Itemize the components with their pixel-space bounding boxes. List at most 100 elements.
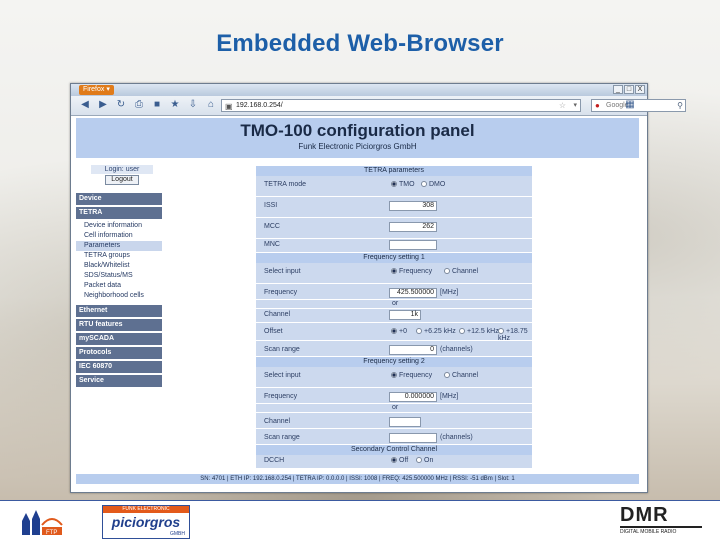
login-box: Login: user Logout <box>91 165 153 186</box>
minimize-button[interactable]: _ <box>613 85 623 94</box>
piciorgros-logo: FUNK ELECTRONIC piciorgros GMBH <box>102 505 190 539</box>
f1-offset-label: Offset <box>264 328 283 335</box>
url-dropdown-icon[interactable]: ▾ <box>573 100 577 111</box>
search-icon[interactable]: ⚲ <box>677 100 683 111</box>
nav-sub-cell-information[interactable]: Cell information <box>76 231 162 241</box>
nav-sub-tetra-groups[interactable]: TETRA groups <box>76 251 162 261</box>
page-title: TMO-100 configuration panel <box>240 121 475 140</box>
f1-channel-input[interactable]: 1k <box>389 310 421 320</box>
dmr-underline <box>620 526 702 528</box>
dcch-off-label: Off <box>399 457 409 464</box>
tetra-mode-dmo-radio[interactable]: DMO <box>421 181 445 188</box>
f1-scan-input[interactable]: 0 <box>389 345 437 355</box>
f2-frequency-option-label: Frequency <box>399 372 433 379</box>
f1-channel-radio[interactable]: Channel <box>444 268 478 275</box>
home-icon[interactable]: ⌂ <box>205 99 217 111</box>
offset-0-radio[interactable]: +0 <box>391 328 407 335</box>
offset-12-radio[interactable]: +12.5 kHz <box>459 328 499 335</box>
piciorgros-wordmark: piciorgros <box>111 514 181 530</box>
nav-sub-device-information[interactable]: Device information <box>76 221 162 231</box>
mcc-row: MCC 262 <box>256 218 532 239</box>
issi-input[interactable]: 308 <box>389 201 437 211</box>
browser-titlebar: Firefox ▾ _ □ X <box>71 84 647 96</box>
nav-sub-sds-status[interactable]: SDS/Status/MS <box>76 271 162 281</box>
back-icon[interactable]: ◀ <box>79 99 91 111</box>
nav-sub-packet-data[interactable]: Packet data <box>76 281 162 291</box>
dmr-logo: DMR DIGITAL MOBILE RADIO <box>620 505 702 539</box>
firefox-menu-button[interactable]: Firefox ▾ <box>79 85 114 95</box>
nav-item-rtu-features[interactable]: RTU features <box>76 319 162 331</box>
ftp-logo: FTP <box>18 507 66 537</box>
funk-electronic-label: FUNK ELECTRONIC <box>103 506 189 513</box>
f1-offset-row: Offset +0 +6.25 kHz +12.5 kHz +18.75 kHz <box>256 323 532 342</box>
nav-item-iec-60870[interactable]: IEC 60870 <box>76 361 162 373</box>
parameters-form: TETRA parameters TETRA mode TMO DMO ISSI… <box>256 166 532 469</box>
f1-scan-row: Scan range 0 (channels) <box>256 341 532 357</box>
search-input[interactable]: ● Google ⚲ <box>591 99 686 112</box>
ftp-cathedral-icon: FTP <box>22 510 63 536</box>
f2-frequency-unit: [MHz] <box>440 393 459 400</box>
offset-6-radio[interactable]: +6.25 kHz <box>416 328 456 335</box>
download-icon[interactable]: ⇩ <box>187 99 199 111</box>
nav-item-tetra[interactable]: TETRA <box>76 207 162 219</box>
mcc-input[interactable]: 262 <box>389 222 437 232</box>
f1-frequency-input[interactable]: 425.500000 <box>389 288 437 298</box>
dmr-wordmark: DMR <box>620 504 669 526</box>
f1-frequency-radio[interactable]: Frequency <box>391 268 432 275</box>
logout-button[interactable]: Logout <box>105 175 139 185</box>
bookmarks-menu-icon[interactable]: ▦ <box>624 99 636 111</box>
f1-frequency-row: Frequency 425.500000 [MHz] <box>256 284 532 300</box>
tetra-mode-tmo-radio[interactable]: TMO <box>391 181 415 188</box>
star-icon[interactable]: ☆ <box>559 100 566 111</box>
mnc-input[interactable] <box>389 240 437 250</box>
f2-frequency-input[interactable]: 0.000000 <box>389 392 437 402</box>
dmr-tagline: DIGITAL MOBILE RADIO <box>620 529 677 535</box>
reload-icon[interactable]: ↻ <box>115 99 127 111</box>
nav-sub-parameters[interactable]: Parameters <box>76 241 162 251</box>
forward-icon[interactable]: ▶ <box>97 99 109 111</box>
tmo-label: TMO <box>399 181 415 188</box>
section-frequency-setting-2: Frequency setting 2 <box>256 357 532 367</box>
mcc-label: MCC <box>264 223 280 230</box>
close-button[interactable]: X <box>635 85 645 94</box>
offset-18-radio[interactable]: +18.75 kHz <box>498 328 532 342</box>
f1-scan-unit: (channels) <box>440 346 473 353</box>
f2-channel-radio[interactable]: Channel <box>444 372 478 379</box>
offset-12-label: +12.5 kHz <box>467 328 499 335</box>
dcch-off-radio[interactable]: Off <box>391 457 408 464</box>
f2-frequency-radio[interactable]: Frequency <box>391 372 432 379</box>
f2-channel-row: Channel <box>256 413 532 429</box>
nav-sub-neighborhood-cells[interactable]: Neighborhood cells <box>76 291 162 301</box>
nav-item-myscada[interactable]: mySCADA <box>76 333 162 345</box>
dcch-on-radio[interactable]: On <box>416 457 433 464</box>
dcch-on-label: On <box>424 457 434 464</box>
f1-select-label: Select input <box>264 268 301 275</box>
bookmark-icon[interactable]: ★ <box>169 99 181 111</box>
sidebar-nav: Device TETRA Device information Cell inf… <box>76 193 162 389</box>
google-engine-icon[interactable]: ● <box>595 100 600 111</box>
nav-item-protocols[interactable]: Protocols <box>76 347 162 359</box>
mnc-row: MNC <box>256 239 532 253</box>
scc-row: DCCH Off On <box>256 455 532 469</box>
f2-channel-input[interactable] <box>389 417 421 427</box>
f1-select-row: Select input Frequency Channel <box>256 263 532 284</box>
tetra-mode-row: TETRA mode TMO DMO <box>256 176 532 197</box>
nav-item-ethernet[interactable]: Ethernet <box>76 305 162 317</box>
page-subtitle: Funk Electronic Piciorgros GmbH <box>298 142 417 151</box>
browser-window: Firefox ▾ _ □ X ◀ ▶ ↻ ⎙ ■ ★ ⇩ ⌂ ▣ 192.16… <box>70 83 686 493</box>
offset-6-label: +6.25 kHz <box>424 328 456 335</box>
nav-item-service[interactable]: Service <box>76 375 162 387</box>
url-bar[interactable]: ▣ 192.168.0.254/ ☆ ▾ <box>221 99 581 112</box>
f1-channel-row: Channel 1k <box>256 309 532 323</box>
lock-icon[interactable]: ■ <box>151 99 163 111</box>
maximize-button[interactable]: □ <box>624 85 634 94</box>
section-secondary-control-channel: Secondary Control Channel <box>256 445 532 455</box>
f2-scan-input[interactable] <box>389 433 437 443</box>
gmbh-label: GMBH <box>170 531 185 537</box>
nav-item-device[interactable]: Device <box>76 193 162 205</box>
f1-frequency-label: Frequency <box>264 289 298 296</box>
nav-sub-black-whitelist[interactable]: Black/Whitelist <box>76 261 162 271</box>
offset-0-label: +0 <box>399 328 407 335</box>
print-icon[interactable]: ⎙ <box>133 99 145 111</box>
f2-frequency-label: Frequency <box>264 393 298 400</box>
